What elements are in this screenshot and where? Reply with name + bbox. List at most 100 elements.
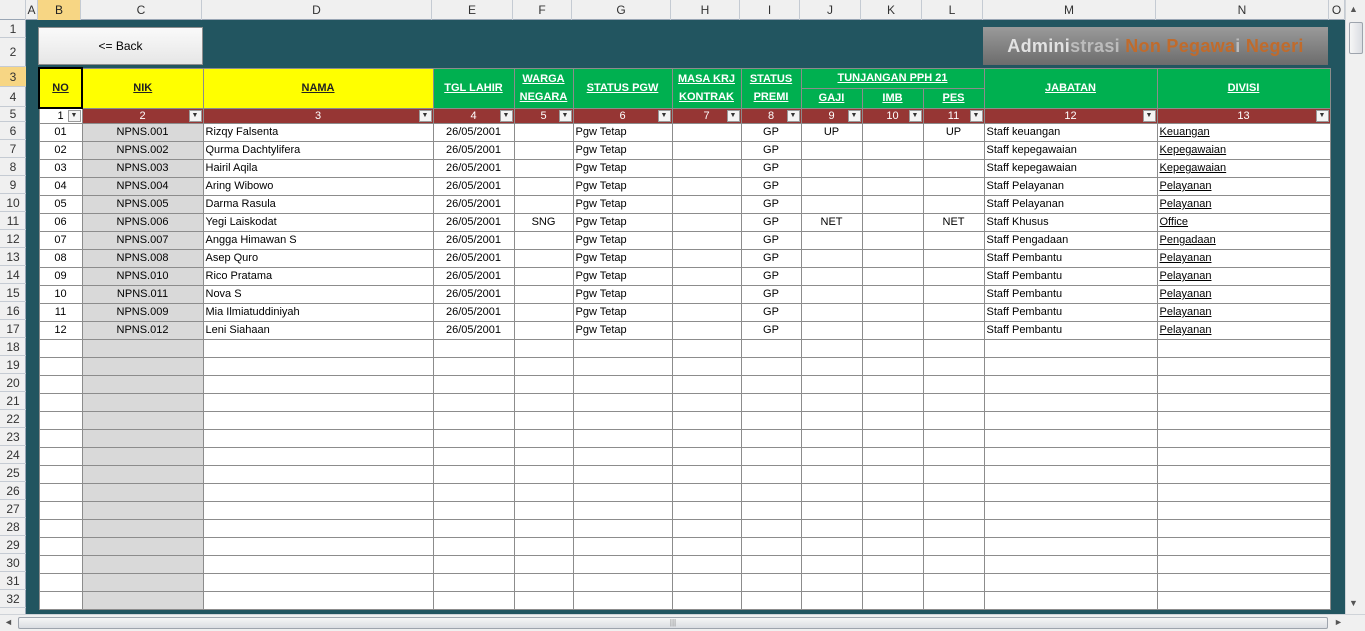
empty-cell[interactable] bbox=[38, 482, 83, 502]
empty-cell[interactable] bbox=[202, 518, 434, 538]
empty-cell[interactable] bbox=[38, 410, 83, 430]
empty-cell[interactable] bbox=[38, 464, 83, 484]
empty-cell[interactable] bbox=[81, 536, 204, 556]
empty-cell[interactable] bbox=[1156, 464, 1331, 484]
empty-cell[interactable] bbox=[81, 392, 204, 412]
row-header-2[interactable]: 2 bbox=[0, 38, 26, 67]
row-header-32[interactable]: 32 bbox=[0, 590, 26, 608]
filter-dropdown-icon[interactable]: ▼ bbox=[67, 110, 81, 122]
cell-gaji[interactable] bbox=[800, 230, 863, 250]
empty-cell[interactable] bbox=[38, 590, 83, 610]
cell-warga[interactable] bbox=[513, 230, 574, 250]
empty-cell[interactable] bbox=[983, 554, 1158, 574]
empty-cell[interactable] bbox=[202, 554, 434, 574]
empty-cell[interactable] bbox=[800, 590, 863, 610]
horizontal-scroll-thumb[interactable]: ||| bbox=[18, 617, 1328, 629]
cell-status[interactable]: Pgw Tetap bbox=[572, 158, 673, 178]
empty-cell[interactable] bbox=[1156, 536, 1331, 556]
cell-nik[interactable]: NPNS.011 bbox=[81, 284, 204, 304]
empty-cell[interactable] bbox=[861, 536, 924, 556]
empty-cell[interactable] bbox=[38, 356, 83, 376]
empty-cell[interactable] bbox=[671, 518, 742, 538]
header-jabatan[interactable]: JABATAN bbox=[983, 67, 1158, 109]
empty-cell[interactable] bbox=[572, 590, 673, 610]
empty-cell[interactable] bbox=[513, 482, 574, 502]
cell-tgl[interactable]: 26/05/2001 bbox=[432, 140, 515, 160]
row-header-13[interactable]: 13 bbox=[0, 248, 26, 266]
cell-nik[interactable]: NPNS.005 bbox=[81, 194, 204, 214]
empty-cell[interactable] bbox=[922, 374, 985, 394]
empty-cell[interactable] bbox=[800, 446, 863, 466]
cell-status[interactable]: Pgw Tetap bbox=[572, 284, 673, 304]
empty-cell[interactable] bbox=[513, 374, 574, 394]
empty-cell[interactable] bbox=[983, 374, 1158, 394]
cell-no[interactable]: 03 bbox=[38, 158, 83, 178]
filter-dropdown-icon[interactable]: ▼ bbox=[188, 109, 202, 122]
cell-status[interactable]: Pgw Tetap bbox=[572, 266, 673, 286]
empty-cell[interactable] bbox=[202, 536, 434, 556]
cell-tgl[interactable]: 26/05/2001 bbox=[432, 284, 515, 304]
column-header-C[interactable]: C bbox=[81, 0, 202, 20]
row-header-17[interactable]: 17 bbox=[0, 320, 26, 338]
cell-no[interactable]: 07 bbox=[38, 230, 83, 250]
empty-cell[interactable] bbox=[513, 446, 574, 466]
empty-cell[interactable] bbox=[740, 428, 802, 448]
row-header-29[interactable]: 29 bbox=[0, 536, 26, 554]
cell-pes[interactable] bbox=[922, 320, 985, 340]
cell-no[interactable]: 11 bbox=[38, 302, 83, 322]
cell-warga[interactable] bbox=[513, 194, 574, 214]
empty-cell[interactable] bbox=[983, 392, 1158, 412]
empty-cell[interactable] bbox=[800, 356, 863, 376]
header-imb[interactable]: IMB bbox=[861, 87, 924, 109]
empty-cell[interactable] bbox=[983, 446, 1158, 466]
empty-cell[interactable] bbox=[983, 428, 1158, 448]
empty-cell[interactable] bbox=[671, 464, 742, 484]
column-header-F[interactable]: F bbox=[513, 0, 572, 20]
header-warga-negara[interactable]: WARGA NEGARA bbox=[513, 67, 574, 109]
empty-cell[interactable] bbox=[202, 338, 434, 358]
header-divisi[interactable]: DIVISI bbox=[1156, 67, 1331, 109]
cell-nik[interactable]: NPNS.008 bbox=[81, 248, 204, 268]
cell-nik[interactable]: NPNS.006 bbox=[81, 212, 204, 232]
cell-no[interactable]: 10 bbox=[38, 284, 83, 304]
empty-cell[interactable] bbox=[432, 446, 515, 466]
empty-cell[interactable] bbox=[81, 374, 204, 394]
empty-cell[interactable] bbox=[513, 464, 574, 484]
empty-cell[interactable] bbox=[432, 392, 515, 412]
header-masa-krj-kontrak[interactable]: MASA KRJ KONTRAK bbox=[671, 67, 742, 109]
column-header-K[interactable]: K bbox=[861, 0, 922, 20]
empty-cell[interactable] bbox=[1156, 590, 1331, 610]
empty-cell[interactable] bbox=[81, 464, 204, 484]
cell-divisi[interactable]: Kepegawaian bbox=[1156, 158, 1331, 178]
empty-cell[interactable] bbox=[1156, 410, 1331, 430]
empty-cell[interactable] bbox=[432, 464, 515, 484]
column-header-D[interactable]: D bbox=[202, 0, 432, 20]
empty-cell[interactable] bbox=[432, 428, 515, 448]
cell-pes[interactable] bbox=[922, 266, 985, 286]
cell-nama[interactable]: Mia Ilmiatuddiniyah bbox=[202, 302, 434, 322]
empty-cell[interactable] bbox=[983, 500, 1158, 520]
vertical-scrollbar[interactable]: ▲ ▼ bbox=[1345, 0, 1365, 614]
cell-imb[interactable] bbox=[861, 284, 924, 304]
empty-cell[interactable] bbox=[861, 482, 924, 502]
cell-no[interactable]: 04 bbox=[38, 176, 83, 196]
cell-jabatan[interactable]: Staff Pembantu bbox=[983, 248, 1158, 268]
empty-cell[interactable] bbox=[572, 374, 673, 394]
cell-tgl[interactable]: 26/05/2001 bbox=[432, 176, 515, 196]
empty-cell[interactable] bbox=[38, 338, 83, 358]
empty-cell[interactable] bbox=[861, 518, 924, 538]
cell-nama[interactable]: Rizqy Falsenta bbox=[202, 122, 434, 142]
empty-cell[interactable] bbox=[740, 572, 802, 592]
empty-cell[interactable] bbox=[81, 356, 204, 376]
cell-masa[interactable] bbox=[671, 320, 742, 340]
empty-cell[interactable] bbox=[513, 410, 574, 430]
empty-cell[interactable] bbox=[740, 410, 802, 430]
header-nama[interactable]: NAMA bbox=[202, 67, 434, 109]
cell-tgl[interactable]: 26/05/2001 bbox=[432, 230, 515, 250]
empty-cell[interactable] bbox=[38, 428, 83, 448]
empty-cell[interactable] bbox=[572, 536, 673, 556]
cell-jabatan[interactable]: Staff Pembantu bbox=[983, 302, 1158, 322]
row-header-14[interactable]: 14 bbox=[0, 266, 26, 284]
row-header-3[interactable]: 3 bbox=[0, 67, 26, 87]
cell-imb[interactable] bbox=[861, 122, 924, 142]
